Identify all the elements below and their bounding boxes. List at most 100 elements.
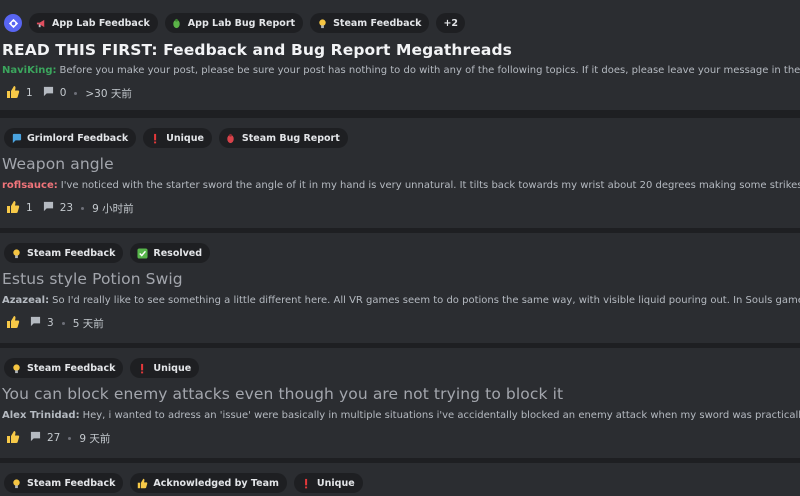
meta-separator [68,436,72,440]
forum-post-card[interactable]: Steam Feedback Unique You can block enem… [0,348,800,458]
comment-count: 3 [47,317,54,329]
reaction-thumbs-up[interactable]: 1 [6,200,43,217]
post-title[interactable]: You can block enemy attacks even though … [2,385,563,403]
post-meta: 3 5 天前 [6,314,104,332]
megaphone-icon [35,17,47,29]
like-count: 1 [26,202,33,214]
author-name: Alex Trinidad [2,410,76,421]
blue-speech-icon [10,132,22,144]
post-meta: 1 0 >30 天前 [6,84,132,102]
post-meta: 27 9 天前 [6,429,110,447]
tag-label: Unique [153,362,192,374]
author-name: Azazeal [2,295,46,306]
tag-label: Resolved [153,247,203,259]
tag-label: Steam Feedback [27,247,116,259]
post-meta: 1 23 9 小时前 [6,199,134,217]
comment-count: 23 [59,202,74,214]
forum-post-card[interactable]: Grimlord Feedback Unique Steam Bug Repor… [0,118,800,228]
preview-text: Hey, i wanted to adress an 'issue' were … [82,410,800,421]
post-author[interactable]: Alex Trinidad: [2,410,80,421]
tag-steam-feedback[interactable]: Steam Feedback [310,13,430,33]
exclamation-icon [300,477,312,489]
check-box-icon [136,247,148,259]
tag-label: Steam Feedback [27,477,116,489]
tag-label: Steam Feedback [333,17,422,29]
comment-icon [43,201,54,215]
post-preview: roflsauce: I've noticed with the starter … [2,180,800,191]
tag-unique[interactable]: Unique [293,473,363,493]
post-timestamp: >30 天前 [85,87,132,100]
forum-post-card[interactable]: Steam Feedback Resolved Estus style Poti… [0,233,800,343]
post-preview: Azazeal: So I'd really like to see someth… [2,295,800,306]
more-tags-count: +2 [443,17,459,29]
meta-separator [81,206,85,210]
server-avatar [4,14,22,32]
exclamation-icon [136,362,148,374]
tag-label: Steam Feedback [27,362,116,374]
tag-label: Unique [166,132,204,144]
forum-post-card[interactable]: App Lab Feedback App Lab Bug Report Stea… [0,0,800,110]
comment-icon [30,431,41,445]
thumbs-up-icon [136,477,148,489]
post-tags: Steam Feedback Acknowledged by Team Uniq… [4,472,363,494]
tag-steam-bug-report[interactable]: Steam Bug Report [218,128,348,148]
lightbulb-icon [10,477,22,489]
tag-label: Acknowledged by Team [153,477,279,489]
post-title[interactable]: READ THIS FIRST: Feedback and Bug Report… [2,41,512,59]
post-preview: NaviKing: Before you make your post, plea… [2,65,800,76]
meta-separator [61,321,65,325]
tag-steam-feedback[interactable]: Steam Feedback [4,358,124,378]
post-title[interactable]: Weapon angle [2,155,114,173]
tag-label: Steam Bug Report [241,132,340,144]
like-count: 1 [26,87,33,99]
comment-icon [43,86,54,100]
forum-post-list: App Lab Feedback App Lab Bug Report Stea… [0,0,800,496]
comment-count: 0 [59,87,67,99]
tag-unique[interactable]: Unique [143,128,212,148]
post-tags: Steam Feedback Unique [4,357,200,379]
preview-text: So I'd really like to see something a li… [52,295,800,306]
tag-acknowledged-by-team[interactable]: Acknowledged by Team [130,473,287,493]
post-author[interactable]: Azazeal: [2,295,49,306]
tag-unique[interactable]: Unique [130,358,200,378]
meta-separator [74,91,78,95]
comment-icon [30,316,41,330]
post-author[interactable]: NaviKing: [2,65,57,76]
exclamation-icon [149,132,161,144]
post-timestamp: 9 小时前 [92,202,134,215]
thumbs-up-icon [6,430,20,447]
comment-count: 27 [47,432,61,444]
tag-app-lab-feedback[interactable]: App Lab Feedback [29,13,158,33]
reaction-thumbs-up[interactable] [6,315,20,332]
preview-text: Before you make your post, please be sur… [59,65,800,76]
more-tags-badge[interactable]: +2 [436,13,466,33]
tag-app-lab-bug-report[interactable]: App Lab Bug Report [164,13,304,33]
post-tags: Steam Feedback Resolved [4,242,211,264]
lightbulb-icon [10,362,22,374]
post-preview: Alex Trinidad: Hey, i wanted to adress an… [2,410,800,421]
post-author[interactable]: roflsauce: [2,180,58,191]
tag-label: App Lab Feedback [52,17,150,29]
tag-grimlord-feedback[interactable]: Grimlord Feedback [4,128,137,148]
post-timestamp: 9 天前 [79,432,111,445]
post-tags: Grimlord Feedback Unique Steam Bug Repor… [4,127,348,149]
tag-label: App Lab Bug Report [187,17,296,29]
tag-resolved[interactable]: Resolved [130,243,211,263]
reaction-thumbs-up[interactable] [6,430,20,447]
post-title[interactable]: Estus style Potion Swig [2,270,183,288]
tag-steam-feedback[interactable]: Steam Feedback [4,473,124,493]
preview-text: I've noticed with the starter sword the … [60,180,800,191]
tag-label: Unique [316,477,355,489]
tag-steam-feedback[interactable]: Steam Feedback [4,243,124,263]
author-name: roflsauce [2,180,54,191]
tag-label: Grimlord Feedback [27,132,129,144]
author-name: NaviKing [2,65,53,76]
green-bug-icon [171,17,183,29]
post-timestamp: 5 天前 [72,317,104,330]
lightbulb-icon [10,247,22,259]
forum-post-card[interactable]: Steam Feedback Acknowledged by Team Uniq… [0,463,800,496]
post-tags: App Lab Feedback App Lab Bug Report Stea… [4,12,466,34]
reaction-thumbs-up[interactable]: 1 [6,85,43,102]
red-bug-icon [225,132,237,144]
thumbs-up-icon [6,315,20,332]
